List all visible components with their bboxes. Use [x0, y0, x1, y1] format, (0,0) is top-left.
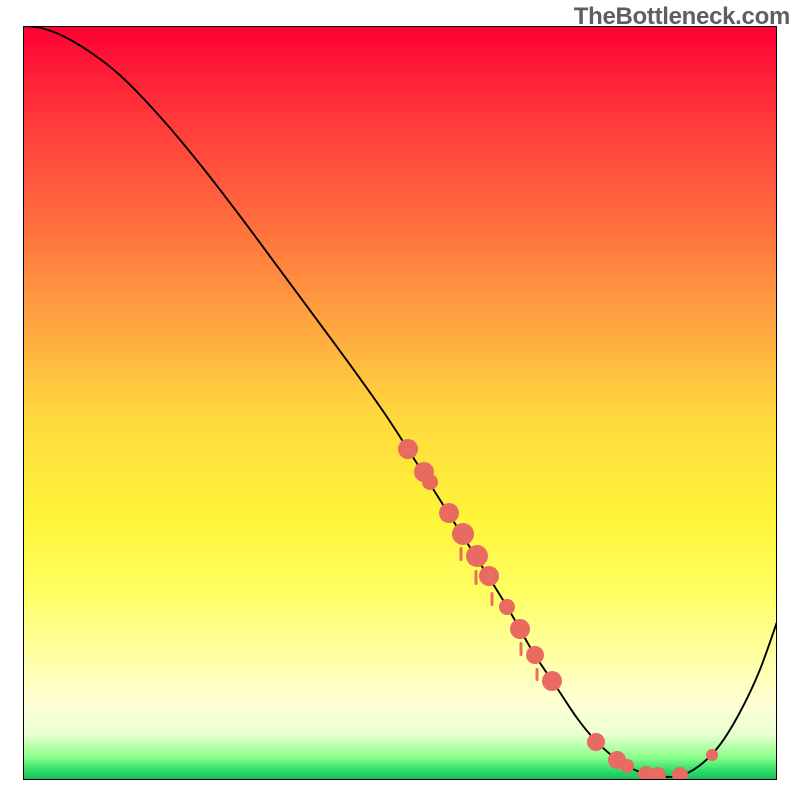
gradient-background — [23, 26, 777, 780]
chart-container: TheBottleneck.com — [0, 0, 800, 800]
plot-area — [23, 26, 777, 780]
